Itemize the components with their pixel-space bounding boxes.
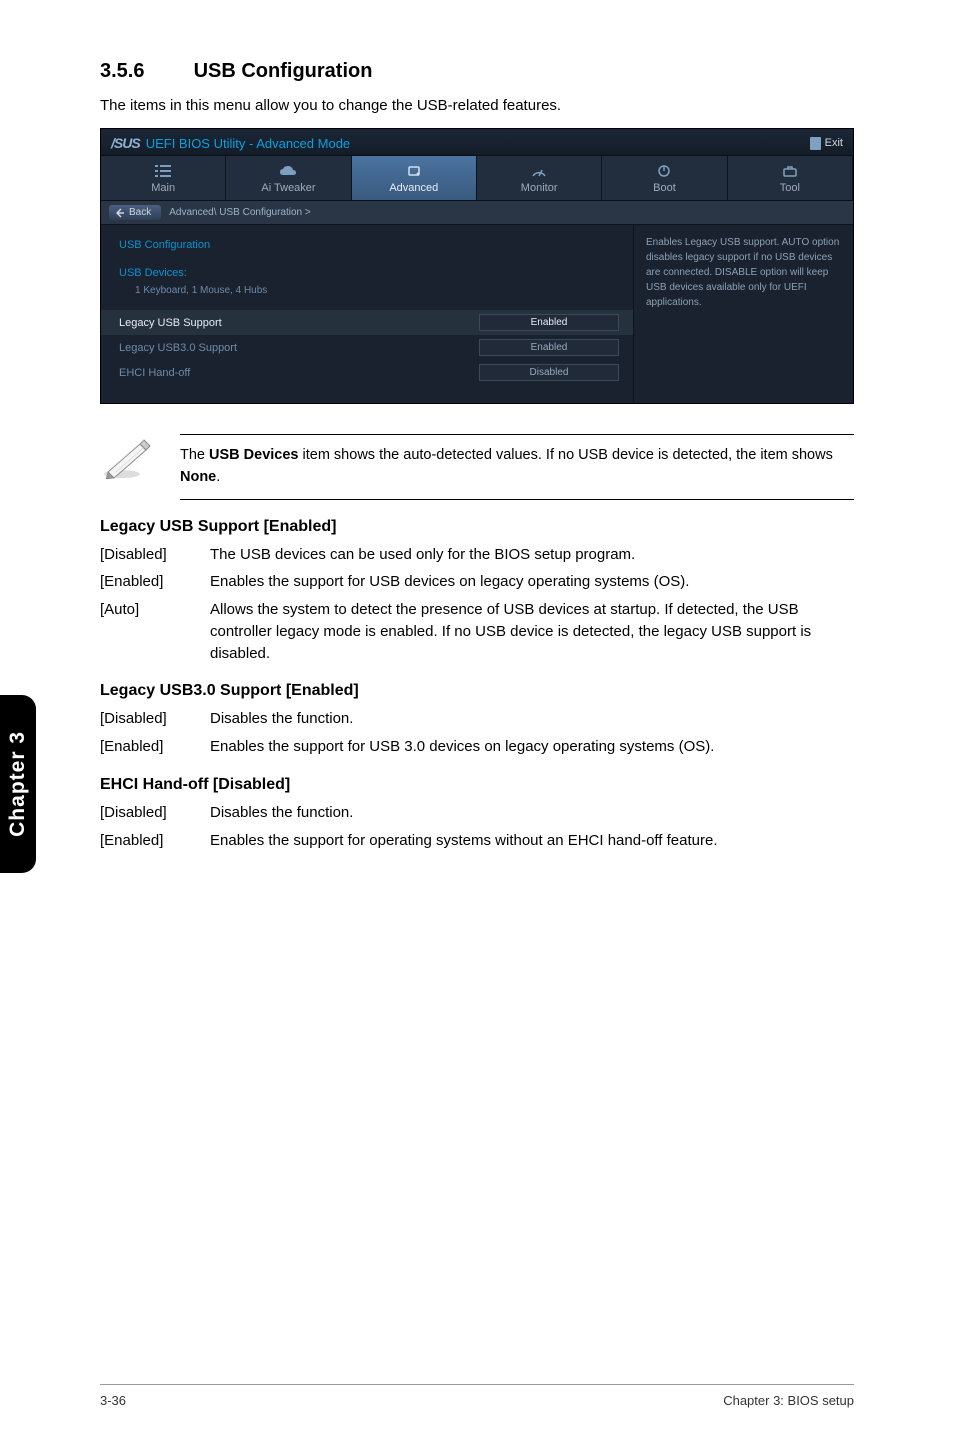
back-label: Back xyxy=(129,207,151,218)
cloud-icon xyxy=(279,164,297,178)
option-row: [Enabled] Enables the support for USB de… xyxy=(100,571,854,593)
chip-icon xyxy=(405,164,423,178)
setting-label: Legacy USB Support xyxy=(119,317,222,329)
note-block: The USB Devices item shows the auto-dete… xyxy=(100,434,854,500)
tab-ai-tweaker-label: Ai Tweaker xyxy=(261,182,315,194)
usb-configuration-label: USB Configuration xyxy=(119,239,210,251)
usb-devices-heading: USB Devices: xyxy=(101,263,633,283)
toolbox-icon xyxy=(781,164,799,178)
bios-tab-strip: Main Ai Tweaker Advanced Monitor xyxy=(101,155,853,201)
section-title-text: USB Configuration xyxy=(194,60,373,82)
bios-header-title: UEFI BIOS Utility - Advanced Mode xyxy=(146,136,350,151)
tab-advanced[interactable]: Advanced xyxy=(352,156,477,200)
option-term: [Enabled] xyxy=(100,571,210,593)
setting-legacy-usb30-support[interactable]: Legacy USB3.0 Support Enabled xyxy=(101,335,633,360)
option-row: [Disabled] Disables the function. xyxy=(100,708,854,730)
ehci-heading: EHCI Hand-off [Disabled] xyxy=(100,776,854,794)
option-desc: Enables the support for USB devices on l… xyxy=(210,571,854,593)
option-row: [Auto] Allows the system to detect the p… xyxy=(100,599,854,664)
option-term: [Disabled] xyxy=(100,708,210,730)
tab-boot[interactable]: Boot xyxy=(602,156,727,200)
tab-tool[interactable]: Tool xyxy=(728,156,853,200)
help-text: Enables Legacy USB support. AUTO option … xyxy=(646,237,839,308)
setting-ehci-handoff[interactable]: EHCI Hand-off Disabled xyxy=(101,360,633,385)
tab-main-label: Main xyxy=(151,182,175,194)
bios-body: USB Configuration USB Devices: 1 Keyboar… xyxy=(101,225,853,403)
setting-value[interactable]: Enabled xyxy=(479,339,619,356)
setting-value[interactable]: Enabled xyxy=(479,314,619,331)
note-text: The USB Devices item shows the auto-dete… xyxy=(180,434,854,500)
option-desc: Allows the system to detect the presence… xyxy=(210,599,854,664)
list-icon xyxy=(154,164,172,178)
tab-monitor[interactable]: Monitor xyxy=(477,156,602,200)
pencil-note-icon xyxy=(100,434,156,485)
bios-help-panel: Enables Legacy USB support. AUTO option … xyxy=(633,225,853,403)
option-desc: The USB devices can be used only for the… xyxy=(210,544,854,566)
gauge-icon xyxy=(530,164,548,178)
page-footer: 3-36 Chapter 3: BIOS setup xyxy=(100,1384,854,1408)
breadcrumb-path: Advanced\ USB Configuration > xyxy=(169,207,310,218)
footer-chapter: Chapter 3: BIOS setup xyxy=(723,1393,854,1408)
asus-logo: /SUS xyxy=(111,135,140,151)
section-heading: 3.5.6 USB Configuration xyxy=(100,60,854,83)
tab-ai-tweaker[interactable]: Ai Tweaker xyxy=(226,156,351,200)
usb-devices-value: 1 Keyboard, 1 Mouse, 4 Hubs xyxy=(101,283,633,302)
option-desc: Enables the support for USB 3.0 devices … xyxy=(210,736,854,758)
option-row: [Disabled] Disables the function. xyxy=(100,802,854,824)
chapter-side-tab-label: Chapter 3 xyxy=(6,731,30,837)
option-desc: Enables the support for operating system… xyxy=(210,830,854,852)
back-button[interactable]: Back xyxy=(109,205,161,220)
option-term: [Enabled] xyxy=(100,736,210,758)
tab-main[interactable]: Main xyxy=(101,156,226,200)
tab-boot-label: Boot xyxy=(653,182,676,194)
tab-monitor-label: Monitor xyxy=(521,182,558,194)
usb-devices-label: USB Devices: xyxy=(119,267,187,279)
legacy-usb-heading: Legacy USB Support [Enabled] xyxy=(100,518,854,536)
usb-configuration-heading: USB Configuration xyxy=(101,235,633,255)
setting-legacy-usb-support[interactable]: Legacy USB Support Enabled xyxy=(101,310,633,335)
bios-screenshot: /SUS UEFI BIOS Utility - Advanced Mode E… xyxy=(100,128,854,404)
setting-label: EHCI Hand-off xyxy=(119,367,190,379)
option-term: [Enabled] xyxy=(100,830,210,852)
back-arrow-icon xyxy=(115,208,125,218)
option-term: [Disabled] xyxy=(100,544,210,566)
power-icon xyxy=(655,164,673,178)
bios-header-left: /SUS UEFI BIOS Utility - Advanced Mode xyxy=(111,135,350,151)
exit-button[interactable]: Exit xyxy=(810,137,843,150)
exit-label: Exit xyxy=(825,137,843,149)
setting-value[interactable]: Disabled xyxy=(479,364,619,381)
bios-breadcrumb: Back Advanced\ USB Configuration > xyxy=(101,201,853,225)
tab-tool-label: Tool xyxy=(780,182,800,194)
tab-advanced-label: Advanced xyxy=(389,182,438,194)
chapter-side-tab: Chapter 3 xyxy=(0,695,36,873)
option-row: [Enabled] Enables the support for USB 3.… xyxy=(100,736,854,758)
bios-settings-panel: USB Configuration USB Devices: 1 Keyboar… xyxy=(101,225,633,403)
legacy-usb30-heading: Legacy USB3.0 Support [Enabled] xyxy=(100,682,854,700)
section-intro: The items in this menu allow you to chan… xyxy=(100,97,854,114)
setting-label: Legacy USB3.0 Support xyxy=(119,342,237,354)
option-row: [Disabled] The USB devices can be used o… xyxy=(100,544,854,566)
exit-icon xyxy=(810,137,821,150)
page-number: 3-36 xyxy=(100,1393,126,1408)
option-term: [Disabled] xyxy=(100,802,210,824)
option-desc: Disables the function. xyxy=(210,708,854,730)
section-number: 3.5.6 xyxy=(100,60,188,83)
option-term: [Auto] xyxy=(100,599,210,664)
option-row: [Enabled] Enables the support for operat… xyxy=(100,830,854,852)
bios-title-bar: /SUS UEFI BIOS Utility - Advanced Mode E… xyxy=(101,129,853,155)
option-desc: Disables the function. xyxy=(210,802,854,824)
